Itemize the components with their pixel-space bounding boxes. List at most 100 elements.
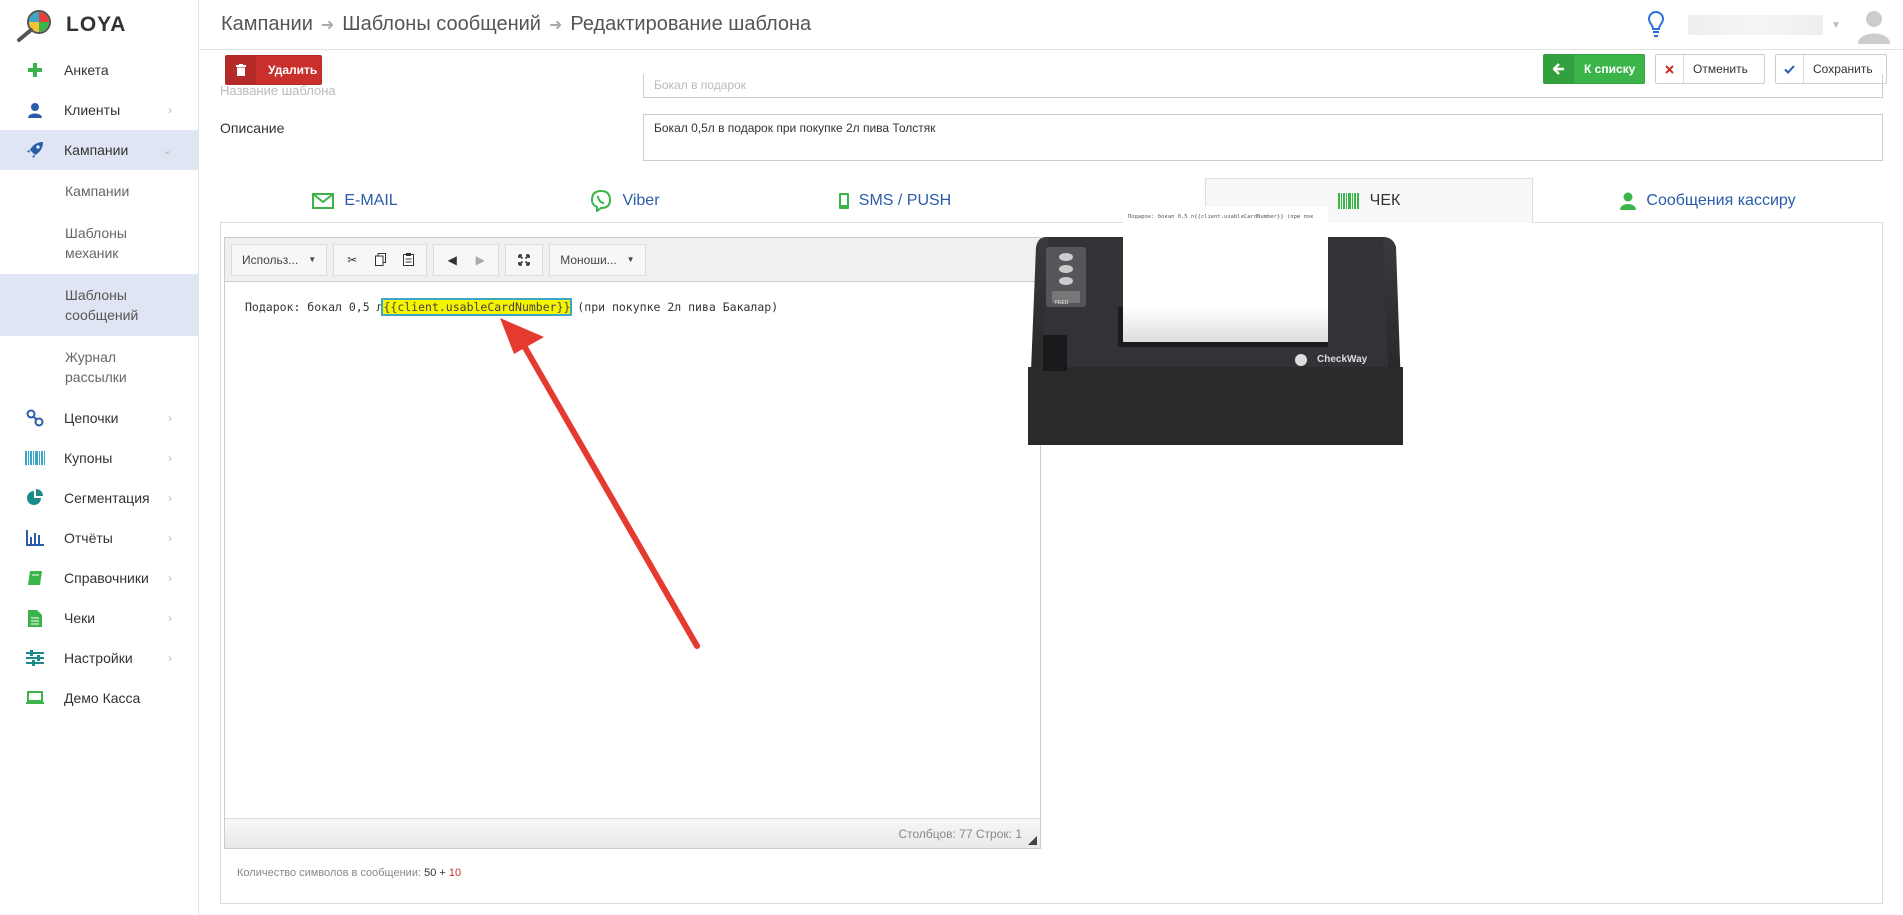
sidebar-item-label: Сегментация xyxy=(64,490,150,506)
chevron-right-icon: › xyxy=(168,651,172,665)
delete-button[interactable]: Удалить xyxy=(225,55,322,85)
chevron-down-icon[interactable]: ▼ xyxy=(1831,20,1841,31)
barcode-icon xyxy=(24,447,46,469)
breadcrumb-current: Редактирование шаблона xyxy=(570,13,812,35)
pie-chart-icon xyxy=(24,487,46,509)
sidebar-item-demo-cash[interactable]: Демо Касса xyxy=(0,678,198,718)
chevron-down-icon: ⌄ xyxy=(161,143,172,157)
envelope-icon xyxy=(312,192,335,209)
bar-chart-icon xyxy=(24,527,46,549)
user-icon xyxy=(1620,192,1637,210)
sidebar-item-campaigns[interactable]: Кампании ⌄ xyxy=(0,130,198,170)
rocket-icon xyxy=(24,139,46,161)
sidebar: LOYA Анкета Клиенты › Кампании ⌄ Кампани… xyxy=(0,0,199,915)
sidebar-item-chains[interactable]: Цепочки › xyxy=(0,398,198,438)
copy-icon[interactable] xyxy=(366,246,394,274)
sidebar-item-label: Анкета xyxy=(64,62,109,78)
sidebar-item-reports[interactable]: Отчёты › xyxy=(0,518,198,558)
sidebar-item-receipts[interactable]: Чеки › xyxy=(0,598,198,638)
user-icon xyxy=(24,99,46,121)
sidebar-item-coupons[interactable]: Купоны › xyxy=(0,438,198,478)
undo-icon[interactable]: ◀ xyxy=(438,246,466,274)
chevron-right-icon: › xyxy=(168,411,172,425)
mobile-icon xyxy=(838,192,849,209)
editor-text: Подарок: бокал 0,5 л xyxy=(245,300,384,314)
book-icon xyxy=(24,567,46,589)
char-count: Количество символов в сообщении: 50 + 10 xyxy=(237,867,462,879)
chevron-right-icon: › xyxy=(168,531,172,545)
font-select[interactable]: Моноши... ▼ xyxy=(549,243,646,276)
trash-icon xyxy=(226,56,256,84)
history-group: ◀ ▶ xyxy=(433,243,500,276)
breadcrumb-item[interactable]: Кампании xyxy=(221,13,313,36)
editor-toolbar: Использ... ▼ ✂ ◀ ▶ Моноши... ▼ xyxy=(225,238,1040,282)
sidebar-subitem-mechanic-templates[interactable]: Шаблоны механик xyxy=(0,212,170,274)
sidebar-item-label: Купоны xyxy=(64,450,113,466)
lightbulb-icon[interactable] xyxy=(1646,10,1666,40)
laptop-icon xyxy=(24,687,46,709)
sidebar-item-clients[interactable]: Клиенты › xyxy=(0,90,198,130)
sidebar-item-directories[interactable]: Справочники › xyxy=(0,558,198,598)
editor-status: Столбцов: 77 Строк: 1 xyxy=(898,826,1022,841)
format-select[interactable]: Использ... ▼ xyxy=(231,243,328,276)
text-editor: Использ... ▼ ✂ ◀ ▶ Моноши... ▼ Подарок: бо… xyxy=(224,237,1041,849)
description-input[interactable]: Бокал 0,5л в подарок при покупке 2л пива… xyxy=(643,114,1883,161)
description-label: Описание xyxy=(220,120,285,136)
arrow-right-icon: ➜ xyxy=(548,16,563,34)
editor-content[interactable]: Подарок: бокал 0,5 л{{client.usableCardN… xyxy=(225,283,1040,793)
view-group xyxy=(505,243,544,276)
header: Кампании ➜ Шаблоны сообщений ➜ Редактиро… xyxy=(199,0,1903,50)
sidebar-item-anketa[interactable]: Анкета xyxy=(0,50,198,90)
breadcrumb: Кампании ➜ Шаблоны сообщений ➜ Редактиро… xyxy=(221,13,811,36)
tab-email[interactable]: E-MAIL xyxy=(220,178,490,223)
caret-down-icon: ▼ xyxy=(626,255,635,264)
sidebar-item-label: Клиенты xyxy=(64,102,121,118)
sidebar-item-label: Демо Касса xyxy=(64,690,141,706)
cut-icon[interactable]: ✂ xyxy=(338,246,366,274)
sidebar-subitem-message-templates[interactable]: Шаблоны сообщений xyxy=(0,274,198,336)
template-name-label: Название шаблона xyxy=(220,83,336,98)
editor-text: (при покупке 2л пива Бакалар) xyxy=(570,300,779,314)
user-name-blurred[interactable] xyxy=(1688,15,1824,35)
maximize-icon[interactable] xyxy=(510,246,538,274)
sidebar-item-settings[interactable]: Настройки › xyxy=(0,638,198,678)
arrow-right-icon: ➜ xyxy=(320,16,335,34)
chevron-right-icon: › xyxy=(168,103,172,117)
viber-icon xyxy=(590,189,612,212)
template-name-input[interactable]: Бокал в подарок xyxy=(643,74,1883,98)
sidebar-item-segmentation[interactable]: Сегментация › xyxy=(0,478,198,518)
document-icon xyxy=(24,607,46,629)
logo[interactable]: LOYA xyxy=(0,0,198,50)
link-icon xyxy=(24,407,46,429)
paste-icon[interactable] xyxy=(394,246,422,274)
chevron-right-icon: › xyxy=(168,571,172,585)
redo-icon[interactable]: ▶ xyxy=(466,246,494,274)
app-name: LOYA xyxy=(66,13,127,36)
sliders-icon xyxy=(24,647,46,669)
feed-label: FEED xyxy=(1055,300,1069,306)
printer-brand: CheckWay xyxy=(1317,354,1368,365)
editor-status-bar: Столбцов: 77 Строк: 1 xyxy=(225,818,1040,848)
clipboard-group: ✂ xyxy=(333,243,428,276)
sidebar-item-label: Цепочки xyxy=(64,410,119,426)
sidebar-subitem-campaigns[interactable]: Кампании xyxy=(0,170,198,212)
caret-down-icon: ▼ xyxy=(308,255,317,264)
plus-icon xyxy=(24,59,46,81)
tab-viber[interactable]: Viber xyxy=(490,178,760,223)
header-right: ▼ xyxy=(1646,6,1893,44)
tab-cashier-messages[interactable]: Сообщения кассиру xyxy=(1533,178,1883,223)
chevron-right-icon: › xyxy=(168,491,172,505)
logo-magnifier-icon xyxy=(17,10,51,42)
receipt-printer-preview: Подарок: бокал 0,5 л{{client.usableCardN… xyxy=(1028,207,1403,445)
placeholder-variable[interactable]: {{client.usableCardNumber}} xyxy=(381,298,573,316)
resize-handle[interactable] xyxy=(1028,836,1037,845)
avatar[interactable] xyxy=(1855,6,1893,44)
breadcrumb-item[interactable]: Шаблоны сообщений xyxy=(342,13,541,36)
sidebar-item-label: Кампании xyxy=(64,142,129,158)
chevron-right-icon: › xyxy=(168,451,172,465)
sidebar-nav: Анкета Клиенты › Кампании ⌄ Кампании Шаб… xyxy=(0,50,198,718)
tab-sms-push[interactable]: SMS / PUSH xyxy=(760,178,1030,223)
sidebar-subitem-mailing-log[interactable]: Журнал рассылки xyxy=(0,336,198,398)
sidebar-item-label: Справочники xyxy=(64,570,149,586)
sidebar-item-label: Чеки xyxy=(64,610,96,626)
